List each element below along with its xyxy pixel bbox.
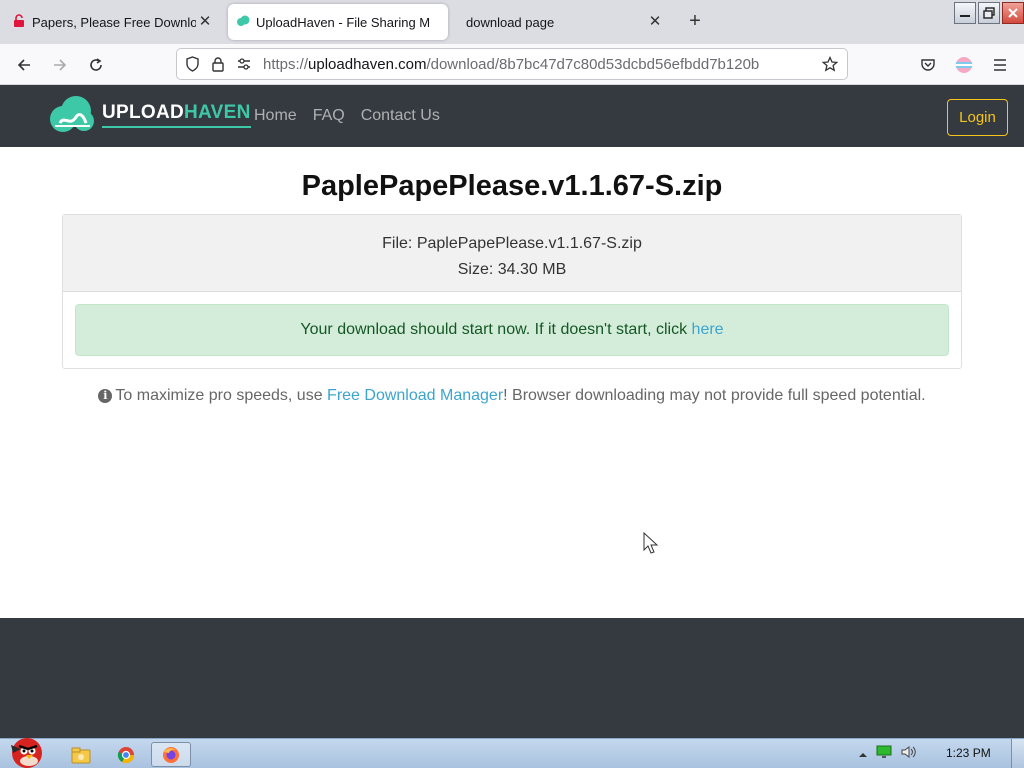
hint-text-before: To maximize pro speeds, use bbox=[115, 387, 328, 404]
address-bar[interactable]: https://uploadhaven.com/download/8b7bc47… bbox=[176, 48, 848, 80]
file-name-line: File: PaplePapePlease.v1.1.67-S.zip bbox=[382, 235, 642, 252]
site-nav: Home FAQ Contact Us bbox=[254, 107, 440, 125]
nav-home-link[interactable]: Home bbox=[254, 107, 297, 125]
download-manager-hint: i To maximize pro speeds, use Free Downlo… bbox=[0, 387, 1024, 405]
profile-icon[interactable] bbox=[951, 52, 977, 78]
file-title: PaplePapePlease.v1.1.67-S.zip bbox=[301, 170, 723, 202]
start-button-angry-bird-icon[interactable] bbox=[2, 731, 50, 768]
nav-contact-link[interactable]: Contact Us bbox=[361, 107, 440, 125]
window-controls bbox=[954, 2, 1024, 24]
tab-title: UploadHaven - File Sharing M bbox=[256, 14, 431, 30]
network-icon[interactable] bbox=[876, 745, 892, 764]
os-taskbar: 1:23 PM bbox=[0, 738, 1024, 768]
minimize-button[interactable] bbox=[954, 2, 976, 24]
nav-faq-link[interactable]: FAQ bbox=[313, 107, 345, 125]
alert-text: Your download should start now. If it do… bbox=[300, 321, 692, 338]
bookmark-star-icon[interactable] bbox=[819, 53, 841, 75]
close-window-button[interactable] bbox=[1002, 2, 1024, 24]
file-info-header: File: PaplePapePlease.v1.1.67-S.zip Size… bbox=[63, 215, 961, 292]
site-footer bbox=[0, 618, 1024, 738]
show-desktop-button[interactable] bbox=[1011, 739, 1024, 768]
lock-warning-icon bbox=[12, 13, 26, 31]
retry-download-link[interactable]: here bbox=[692, 321, 724, 339]
new-tab-icon[interactable]: + bbox=[684, 11, 706, 33]
download-alert: Your download should start now. If it do… bbox=[75, 304, 949, 356]
tab-title: download page bbox=[466, 14, 555, 30]
tab-uploadhaven[interactable]: UploadHaven - File Sharing M bbox=[228, 4, 448, 40]
system-tray bbox=[858, 745, 918, 764]
file-size-line: Size: 34.30 MB bbox=[457, 261, 567, 278]
shield-icon[interactable] bbox=[181, 53, 203, 75]
reload-icon[interactable] bbox=[83, 52, 109, 78]
site-header: UPLOADHAVEN Home FAQ Contact Us Login bbox=[0, 85, 1024, 147]
page-settings-icon[interactable] bbox=[233, 53, 255, 75]
hint-text-after: ! Browser downloading may not provide fu… bbox=[503, 387, 926, 404]
menu-hamburger-icon[interactable] bbox=[987, 52, 1013, 78]
url-text: https://uploadhaven.com/download/8b7bc47… bbox=[263, 55, 760, 73]
file-explorer-icon[interactable] bbox=[61, 742, 101, 767]
file-info-card: File: PaplePapePlease.v1.1.67-S.zip Size… bbox=[62, 214, 962, 369]
show-hidden-icons-chevron-icon[interactable] bbox=[858, 746, 868, 764]
chrome-icon[interactable] bbox=[106, 742, 146, 767]
firefox-taskbar-icon[interactable] bbox=[151, 742, 191, 767]
padlock-icon[interactable] bbox=[207, 53, 229, 75]
uploadhaven-logo[interactable]: UPLOADHAVEN bbox=[46, 95, 251, 135]
browser-tab-strip: Papers, Please Free Download ✕ UploadHav… bbox=[0, 0, 1024, 44]
mouse-cursor-icon bbox=[643, 532, 659, 554]
login-button[interactable]: Login bbox=[947, 99, 1008, 136]
close-tab-icon[interactable]: ✕ bbox=[196, 13, 214, 31]
tab-download-page[interactable]: download page ✕ bbox=[452, 4, 672, 40]
cloud-logo-icon bbox=[50, 96, 94, 132]
info-icon: i bbox=[98, 389, 113, 403]
tab-papers-please[interactable]: Papers, Please Free Download ✕ bbox=[4, 4, 222, 40]
close-tab-icon[interactable]: ✕ bbox=[646, 13, 664, 31]
browser-navigation-bar: https://uploadhaven.com/download/8b7bc47… bbox=[0, 44, 1024, 85]
taskbar-clock[interactable]: 1:23 PM bbox=[946, 746, 991, 760]
back-arrow-icon[interactable] bbox=[11, 52, 37, 78]
forward-arrow-icon[interactable] bbox=[47, 52, 73, 78]
restore-button[interactable] bbox=[978, 2, 1000, 24]
volume-icon[interactable] bbox=[900, 745, 918, 764]
uploadhaven-favicon-icon bbox=[236, 14, 250, 31]
free-download-manager-link[interactable]: Free Download Manager bbox=[327, 387, 503, 404]
logo-text: UPLOADHAVEN bbox=[102, 102, 251, 128]
pocket-icon[interactable] bbox=[915, 52, 941, 78]
tab-title: Papers, Please Free Download bbox=[32, 14, 196, 30]
